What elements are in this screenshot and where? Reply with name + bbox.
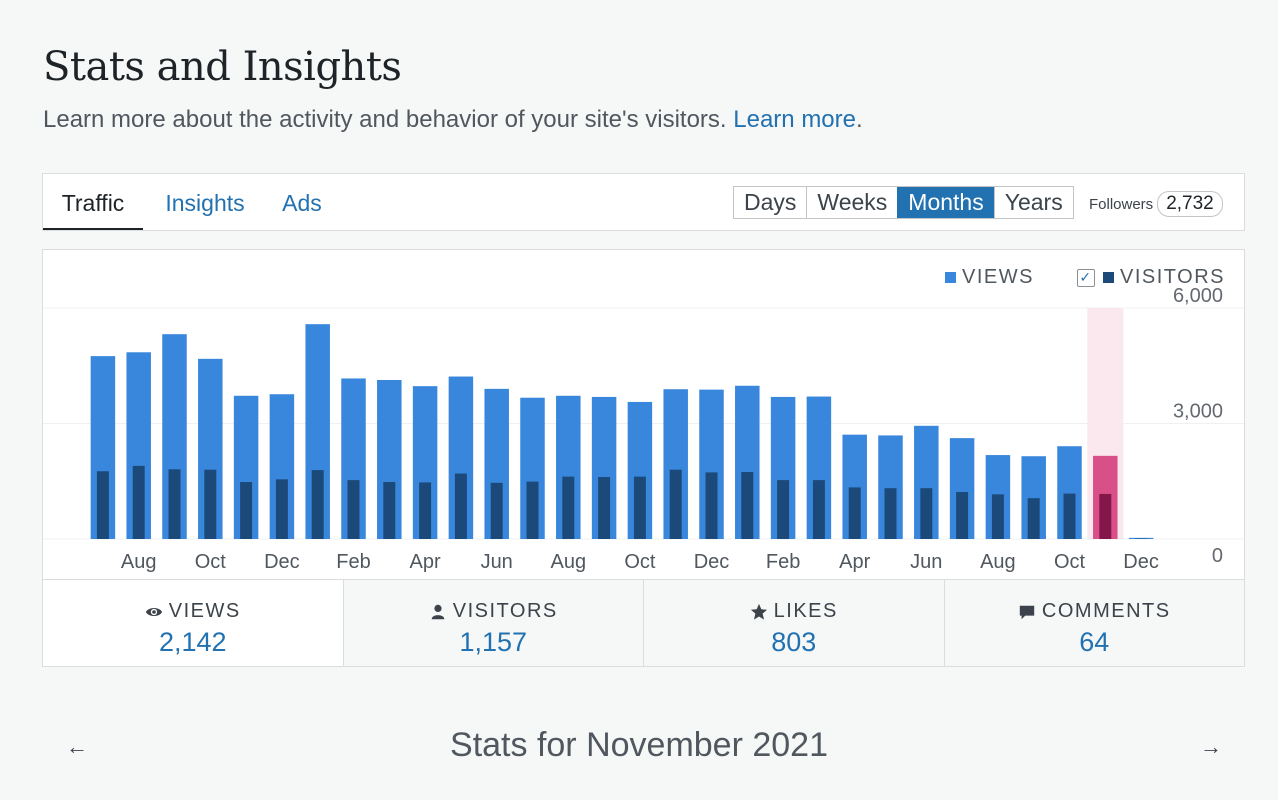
visitors-bar (920, 488, 933, 539)
visitors-bar (204, 469, 217, 539)
legend-visitors-label: VISITORS (1120, 266, 1225, 288)
y-tick-label: 0 (1212, 545, 1223, 567)
visitors-bar (705, 472, 718, 539)
traffic-chart-card: Aug Oct Dec Feb Apr Jun Aug Oct Dec Feb Apr Jun Aug O… (42, 249, 1245, 667)
visitors-bar (777, 480, 790, 539)
visitors-bar (347, 480, 360, 539)
eye-icon (145, 607, 162, 616)
subtitle-text: Learn more about the activity and behavi… (43, 106, 727, 133)
visitors-bar (132, 465, 145, 539)
summary-visitors-label-row: VISITORS (344, 600, 644, 623)
x-tick-label: Dec (1123, 551, 1159, 573)
visitors-bar (991, 494, 1004, 539)
page-subtitle: Learn more about the activity and behavi… (43, 106, 863, 134)
summary-views-label-row: VIEWS (43, 600, 343, 623)
summary-comments-value: 64 (1079, 627, 1110, 657)
legend-views-swatch (945, 272, 956, 283)
visitors-bar (490, 482, 503, 539)
period-title: Stats for November 2021 (450, 726, 828, 764)
summary-tabs: VIEWS 2,142 VISITORS 1,157 LIKES 803 COM… (43, 579, 1244, 666)
summary-comments-label: COMMENTS (1041, 600, 1171, 622)
visitors-bar (741, 472, 754, 539)
summary-comments-label-row: COMMENTS (945, 600, 1245, 623)
summary-likes-label-row: LIKES (644, 600, 944, 623)
summary-likes-value: 803 (771, 627, 817, 657)
x-tick-label: Feb (766, 551, 800, 573)
visitors-bar (562, 476, 575, 539)
legend-visitors[interactable]: ✓ VISITORS (1077, 266, 1225, 289)
tab-insights[interactable]: Insights (155, 174, 255, 230)
subtitle-period: . (856, 106, 863, 133)
x-tick-label: Jun (481, 551, 513, 573)
x-tick-label: Oct (1054, 551, 1086, 573)
visitors-bar (383, 482, 396, 539)
summary-visitors-label: VISITORS (452, 600, 558, 622)
visitors-bar (1063, 493, 1076, 539)
visitors-bar (311, 470, 324, 539)
learn-more-link[interactable]: Learn more (733, 106, 856, 133)
section-nav: Traffic Insights Ads Days Weeks Months Y… (42, 173, 1245, 231)
period-weeks-button[interactable]: Weeks (806, 187, 898, 218)
x-tick-label: Oct (195, 551, 227, 573)
person-icon (431, 604, 445, 619)
legend-visitors-swatch (1103, 272, 1114, 283)
check-icon: ✓ (1079, 269, 1093, 285)
period-days-button[interactable]: Days (734, 187, 807, 218)
x-tick-label: Apr (839, 551, 870, 573)
visitors-bar (168, 469, 181, 539)
followers-summary[interactable]: Followers 2,732 (1089, 191, 1223, 217)
visitors-bar (240, 482, 253, 539)
x-tick-label: Apr (410, 551, 441, 573)
period-months-button[interactable]: Months (897, 187, 994, 218)
visitors-bar (275, 479, 288, 539)
visitors-bar (848, 487, 861, 539)
legend-views: VIEWS (945, 266, 1034, 289)
summary-likes-label: LIKES (773, 600, 838, 622)
x-tick-label: Dec (264, 551, 300, 573)
legend-views-label: VIEWS (962, 266, 1034, 288)
followers-count-badge: 2,732 (1157, 191, 1223, 217)
x-tick-label: Aug (121, 551, 157, 573)
visitors-bar (669, 469, 682, 539)
summary-visitors[interactable]: VISITORS 1,157 (342, 580, 644, 666)
summary-views[interactable]: VIEWS 2,142 (43, 580, 343, 666)
summary-views-value: 2,142 (158, 627, 227, 657)
x-tick-label: Feb (336, 551, 370, 573)
tab-ads[interactable]: Ads (271, 174, 333, 230)
summary-comments[interactable]: COMMENTS 64 (943, 580, 1245, 666)
star-icon (750, 603, 767, 620)
visitors-bar (956, 492, 969, 539)
x-tick-label: Dec (694, 551, 730, 573)
visitors-bar (1027, 498, 1040, 539)
summary-likes[interactable]: LIKES 803 (643, 580, 944, 666)
visitors-checkbox[interactable]: ✓ (1077, 268, 1095, 287)
next-period-arrow-icon[interactable]: → (1200, 734, 1222, 760)
visitors-bar (598, 477, 611, 539)
page-title: Stats and Insights (43, 44, 402, 90)
summary-visitors-value: 1,157 (459, 627, 528, 657)
x-tick-label: Aug (980, 551, 1016, 573)
summary-views-label: VIEWS (168, 600, 241, 622)
visitors-bar (96, 471, 109, 539)
x-tick-label: Aug (551, 551, 587, 573)
visitors-bar (526, 481, 539, 539)
traffic-bar-chart: Aug Oct Dec Feb Apr Jun Aug Oct Dec Feb Apr Jun Aug O… (43, 285, 1244, 573)
period-years-button[interactable]: Years (993, 187, 1073, 218)
x-tick-label: Jun (910, 551, 942, 573)
visitors-bar (812, 480, 825, 539)
x-tick-label: Oct (624, 551, 656, 573)
period-selector: Days Weeks Months Years (733, 186, 1074, 219)
visitors-bar (633, 476, 646, 539)
tab-traffic[interactable]: Traffic (43, 174, 143, 230)
visitors-bar (884, 488, 897, 539)
comment-icon (1019, 605, 1035, 619)
visitors-bar (419, 482, 432, 539)
y-tick-label: 3,000 (1173, 401, 1223, 423)
visitors-bar (1099, 493, 1112, 539)
followers-label: Followers (1089, 195, 1154, 213)
visitors-bar (454, 473, 467, 539)
